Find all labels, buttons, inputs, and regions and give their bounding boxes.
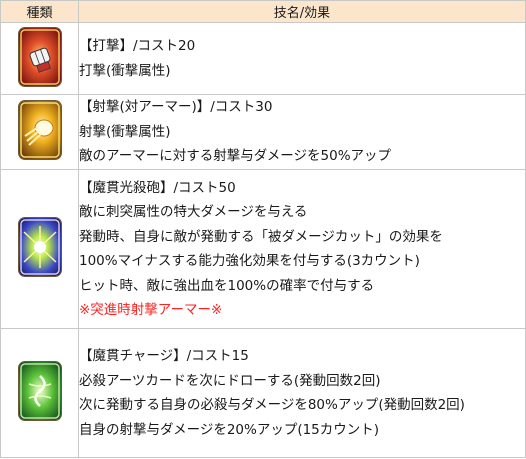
effect-note: ※突進時射撃アーマー※ [79, 302, 223, 318]
table-row: 【魔貫チャージ】/コスト15 必殺アーツカードを次にドローする(発動回数2回) … [0, 328, 526, 458]
icon-cell [0, 22, 79, 95]
effect-line: 敵に刺突属性の特大ダメージを与える [79, 204, 308, 220]
effect-line: ヒット時、敵に強出血を100%の確率で付与する [79, 277, 375, 294]
skill-name: 【打撃】/コスト20 [79, 38, 196, 54]
effect-line: 自身の射撃与ダメージを20%アップ(15カウント) [79, 421, 380, 438]
header-name-effect: 技名/効果 [78, 0, 526, 23]
effect-line: 必殺アーツカードを次にドローする(発動回数2回) [79, 372, 381, 389]
effect-line: 100%マイナスする能力強化効果を付与する(3カウント) [79, 253, 420, 269]
effect-line: 次に発動する自身の必殺与ダメージを80%アップ(発動回数2回) [79, 397, 465, 413]
icon-cell [0, 169, 79, 329]
fist-strike-card-icon [18, 27, 61, 86]
effect-line: 敵のアーマーに対する射撃与ダメージを50%アップ [79, 148, 392, 165]
charge-card-icon [18, 362, 61, 420]
skill-table: 種類 技名/効果 【打撃】/コスト20 打撃(衝撃属性) 【射撃(対アーマー)】… [0, 0, 526, 458]
skill-name: 【射撃(対アーマー)】/コスト30 [79, 99, 273, 116]
header-type: 種類 [0, 0, 79, 23]
icon-cell [0, 328, 79, 458]
table-row: 【魔貫光殺砲】/コスト50 敵に刺突属性の特大ダメージを与える 発動時、自身に敵… [0, 169, 526, 329]
icon-cell [0, 94, 79, 170]
effect-line: 射撃(衝撃属性) [79, 123, 171, 140]
skill-name: 【魔貫光殺砲】/コスト50 [79, 179, 236, 196]
effect-cell: 【魔貫光殺砲】/コスト50 敵に刺突属性の特大ダメージを与える 発動時、自身に敵… [78, 169, 526, 329]
effect-line: 打撃(衝撃属性) [79, 62, 171, 79]
table-header-row: 種類 技名/効果 [0, 0, 526, 23]
shooting-card-icon [18, 101, 61, 159]
effect-cell: 【魔貫チャージ】/コスト15 必殺アーツカードを次にドローする(発動回数2回) … [78, 328, 526, 458]
table-row: 【射撃(対アーマー)】/コスト30 射撃(衝撃属性) 敵のアーマーに対する射撃与… [0, 94, 526, 170]
effect-cell: 【打撃】/コスト20 打撃(衝撃属性) [78, 22, 526, 95]
table-row: 【打撃】/コスト20 打撃(衝撃属性) [0, 22, 526, 95]
skill-name: 【魔貫チャージ】/コスト15 [79, 348, 249, 364]
effect-line: 発動時、自身に敵が発動する「被ダメージカット」の効果を [79, 228, 443, 245]
burst-cannon-card-icon [18, 218, 61, 276]
effect-cell: 【射撃(対アーマー)】/コスト30 射撃(衝撃属性) 敵のアーマーに対する射撃与… [78, 94, 526, 170]
